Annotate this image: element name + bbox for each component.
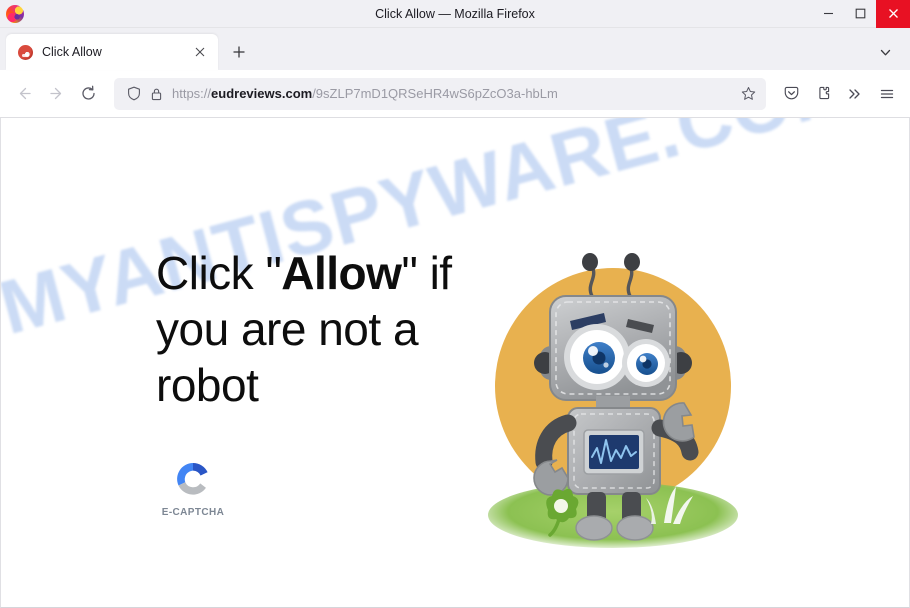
forward-button[interactable] [40, 78, 72, 110]
maximize-button[interactable] [844, 0, 876, 28]
close-button[interactable] [876, 0, 910, 28]
firefox-browser-window: Click Allow — Mozilla Firefox Click Allo… [0, 0, 910, 608]
captcha-badge: E-CAPTCHA [156, 458, 230, 518]
page-favicon-icon [18, 44, 33, 60]
list-all-tabs-button[interactable] [872, 39, 898, 65]
overflow-menu-button[interactable] [840, 79, 870, 109]
window-controls [812, 0, 910, 28]
e-captcha-c-logo-icon [172, 458, 214, 500]
tracking-protection-shield-icon[interactable] [124, 84, 144, 104]
new-tab-button[interactable] [224, 37, 254, 67]
tab-strip: Click Allow [0, 28, 910, 70]
connection-lock-icon[interactable] [146, 84, 166, 104]
title-bar: Click Allow — Mozilla Firefox [0, 0, 910, 28]
page-headline: Click "Allow" if you are not a robot [156, 245, 486, 413]
scam-page-body: Click "Allow" if you are not a robot E-C… [1, 118, 909, 607]
url-text[interactable]: https://eudreviews.com/9sZLP7mD1QRSeHR4w… [172, 86, 736, 101]
robot-mascot-illustration [488, 218, 738, 548]
headline-prefix: Click " [156, 247, 282, 299]
application-menu-button[interactable] [872, 79, 902, 109]
url-host: eudreviews.com [211, 86, 313, 101]
window-title: Click Allow — Mozilla Firefox [375, 6, 535, 21]
headline-emphasis: Allow [281, 247, 402, 299]
message-column: Click "Allow" if you are not a robot E-C… [156, 245, 486, 518]
url-path: /9sZLP7mD1QRSeHR4wS6pZcO3a-hbLm [312, 86, 558, 101]
firefox-logo-icon [6, 4, 24, 23]
bookmark-star-icon[interactable] [736, 82, 760, 106]
tab-title: Click Allow [42, 45, 102, 59]
pocket-button[interactable] [776, 79, 806, 109]
url-scheme: https:// [172, 86, 212, 101]
address-bar[interactable]: https://eudreviews.com/9sZLP7mD1QRSeHR4w… [114, 77, 766, 110]
extensions-button[interactable] [808, 79, 838, 109]
navigation-toolbar: https://eudreviews.com/9sZLP7mD1QRSeHR4w… [0, 70, 910, 118]
tab-close-icon[interactable] [190, 42, 210, 62]
page-content: MYANTISPYWARE.COM Click "Allow" if you a… [0, 118, 910, 608]
reload-button[interactable] [72, 78, 104, 110]
captcha-label: E-CAPTCHA [161, 507, 225, 519]
browser-tab[interactable]: Click Allow [6, 34, 218, 70]
back-button[interactable] [8, 78, 40, 110]
minimize-button[interactable] [812, 0, 844, 28]
